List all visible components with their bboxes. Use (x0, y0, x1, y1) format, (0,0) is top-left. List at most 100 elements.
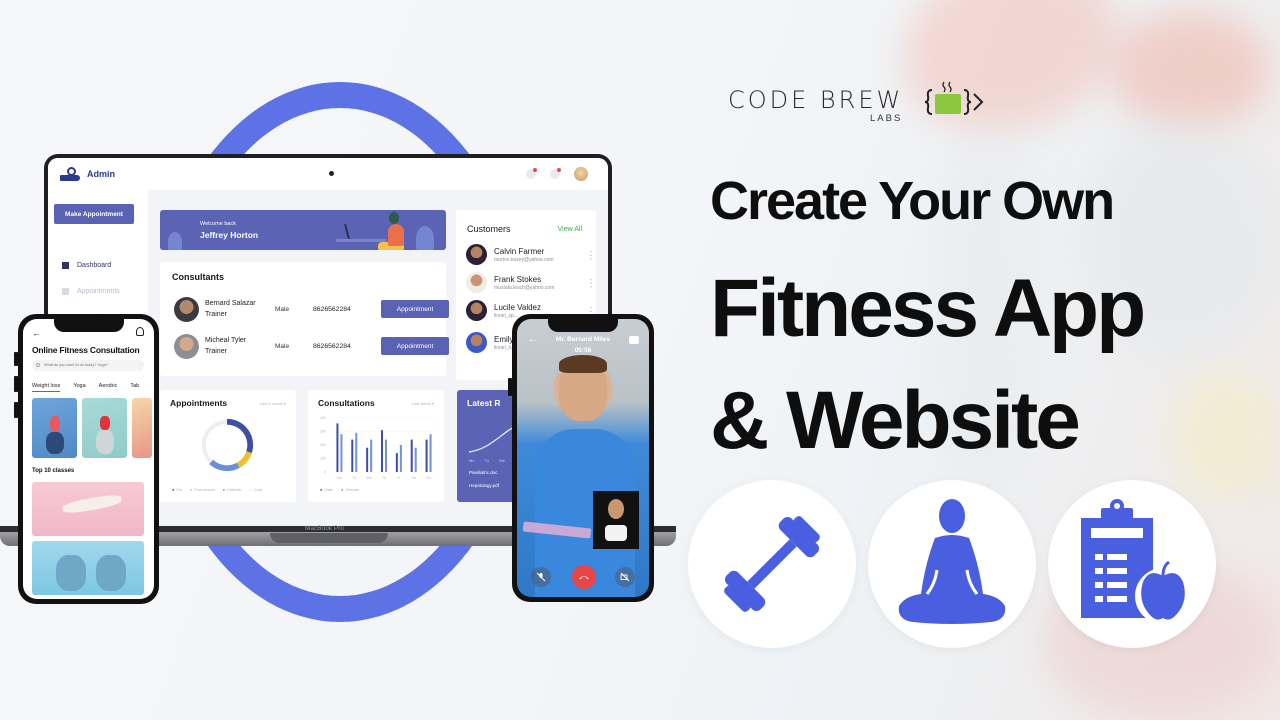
grid-icon (62, 261, 69, 269)
appointments-period-select[interactable]: Last 6 month ▾ (260, 401, 286, 406)
mute-microphone-button[interactable] (531, 567, 551, 587)
consultations-title: Consultations (318, 398, 375, 408)
y-tick-label: 300 (320, 430, 326, 434)
mic-off-icon (536, 572, 546, 582)
bar-female-su (429, 434, 432, 472)
admin-logo[interactable]: Admin (60, 167, 115, 181)
donut-slice-diabetic (209, 459, 240, 472)
app-title: Online Fitness Consultation (32, 345, 140, 355)
donut-slice-pneumonia (236, 451, 252, 468)
laptop-model-label: MacBook Pro (305, 525, 345, 532)
period-value: Last 6 month (259, 401, 283, 406)
view-all-link[interactable]: View All (558, 226, 582, 233)
calendar-icon (62, 287, 69, 295)
phone-notch (53, 319, 124, 332)
sidebar-item-label: Appointments (77, 287, 120, 295)
x-tick-label: We (367, 476, 372, 480)
customer-email: morton.kozey@yahoo.com (494, 256, 554, 263)
x-tick-label: Th (382, 476, 386, 480)
latest-reports-title: Latest R (467, 398, 501, 408)
message-icon[interactable] (550, 168, 561, 179)
headline-line-3: & Website (710, 375, 1081, 466)
self-view-pip[interactable] (593, 491, 639, 549)
x-tick-label: Fr (397, 476, 401, 480)
chat-icon[interactable] (629, 336, 639, 344)
tab-more[interactable]: Tab (130, 383, 139, 392)
user-avatar[interactable] (574, 167, 588, 181)
customer-name: Frank Stokes (494, 274, 542, 284)
bar-female-th (385, 439, 387, 472)
person-illustration (389, 212, 399, 224)
consultant-role: Trainer (205, 348, 227, 355)
consultant-role: Trainer (205, 311, 227, 318)
customer-row[interactable]: Calvin Farmer morton.kozey@yahoo.com (466, 244, 592, 265)
customer-avatar (466, 272, 487, 293)
tab-yoga[interactable]: Yoga (73, 383, 85, 392)
class-card[interactable] (32, 541, 144, 595)
appointments-legend: Flu Pneumonia Diabetic Cold (172, 487, 262, 492)
desk-illustration (336, 239, 386, 242)
brand-sub: LABS (870, 113, 903, 124)
make-appointment-button[interactable]: Make Appointment (54, 204, 134, 224)
workout-thumbnail[interactable] (132, 398, 152, 458)
search-input[interactable] (32, 360, 144, 371)
class-card[interactable] (32, 482, 144, 536)
donut-slice-flu (226, 418, 254, 454)
consultant-phone: 8626562284 (313, 305, 351, 313)
day-label: Tu (484, 458, 490, 463)
customer-avatar (466, 300, 487, 321)
sidebar-item-appointments[interactable]: Appointments (62, 278, 120, 304)
y-tick-label: 100 (320, 457, 326, 461)
report-file-link[interactable]: Paediatric.doc (469, 470, 498, 475)
workout-thumbnail[interactable] (32, 398, 77, 458)
phone-notch (548, 319, 618, 332)
consultant-name: Micheal Tyler (205, 337, 247, 344)
user-profile-icon[interactable] (136, 327, 144, 336)
tab-aerobic[interactable]: Aerobic (99, 383, 118, 392)
end-call-button[interactable] (572, 565, 596, 589)
customers-title: Customers (467, 224, 511, 234)
plant-illustration (168, 232, 182, 250)
consultants-card: Consultants Bernard Salazar Trainer Male… (160, 262, 449, 376)
consultant-phone: 8626562284 (313, 342, 351, 350)
consultant-row: Bernard Salazar Trainer Male 8626562284 … (174, 296, 449, 322)
consultant-gender: Male (275, 305, 290, 313)
brand-name: CODE BREW (728, 86, 904, 114)
consultations-legend: Male Female (320, 487, 358, 492)
call-duration: 05:56 (574, 347, 592, 354)
consultant-gender: Male (275, 342, 290, 350)
consultant-avatar (174, 333, 199, 359)
customer-row[interactable]: Frank Stokes mustafa.lesch@yahoo.com (466, 272, 592, 293)
customer-name: Lucile Valdez (494, 302, 541, 312)
legend-item: Male (320, 487, 333, 492)
report-file-link[interactable]: Hepatology.pdf (469, 483, 499, 488)
welcome-greeting: Welcome back (200, 221, 236, 227)
appointments-card: Appointments Last 6 month ▾ Flu Pneumoni… (160, 390, 296, 502)
notification-bell-icon[interactable] (526, 168, 537, 179)
more-options-icon[interactable] (590, 277, 592, 288)
workout-thumbnail[interactable] (82, 398, 127, 458)
diet-plan-clipboard-icon (1081, 499, 1191, 624)
video-call-screen: ← Mr. Bernard Miles 05:56 (517, 319, 649, 597)
bar-male-we (366, 447, 369, 472)
customer-email: mustafa.lesch@yahoo.com (494, 284, 555, 291)
sidebar-item-dashboard[interactable]: Dashboard (62, 252, 120, 278)
appointment-button[interactable]: Appointment (381, 300, 449, 318)
feature-yoga (868, 480, 1036, 648)
more-options-icon[interactable] (590, 249, 592, 260)
tab-weight-loss[interactable]: Weight loss (32, 383, 61, 392)
bg-dumbbell-blur (1110, 10, 1270, 130)
back-arrow-icon[interactable]: ← (32, 328, 41, 338)
customer-name: Calvin Farmer (494, 246, 545, 256)
x-tick-label: Sa (412, 476, 416, 480)
consultant-row: Micheal Tyler Trainer Male 8626562284 Ap… (174, 333, 449, 359)
consultations-period-select[interactable]: Last Week ▾ (412, 401, 434, 406)
legend-item: Diabetic (223, 487, 241, 492)
bar-male-mo (336, 423, 339, 472)
toggle-camera-button[interactable] (615, 567, 635, 587)
welcome-banner: Welcome back Jeffrey Horton (160, 210, 446, 250)
appointment-button[interactable]: Appointment (381, 337, 449, 355)
customer-avatar (466, 244, 487, 265)
donut-slice-cold (201, 419, 228, 464)
bar-male-sa (410, 439, 413, 472)
